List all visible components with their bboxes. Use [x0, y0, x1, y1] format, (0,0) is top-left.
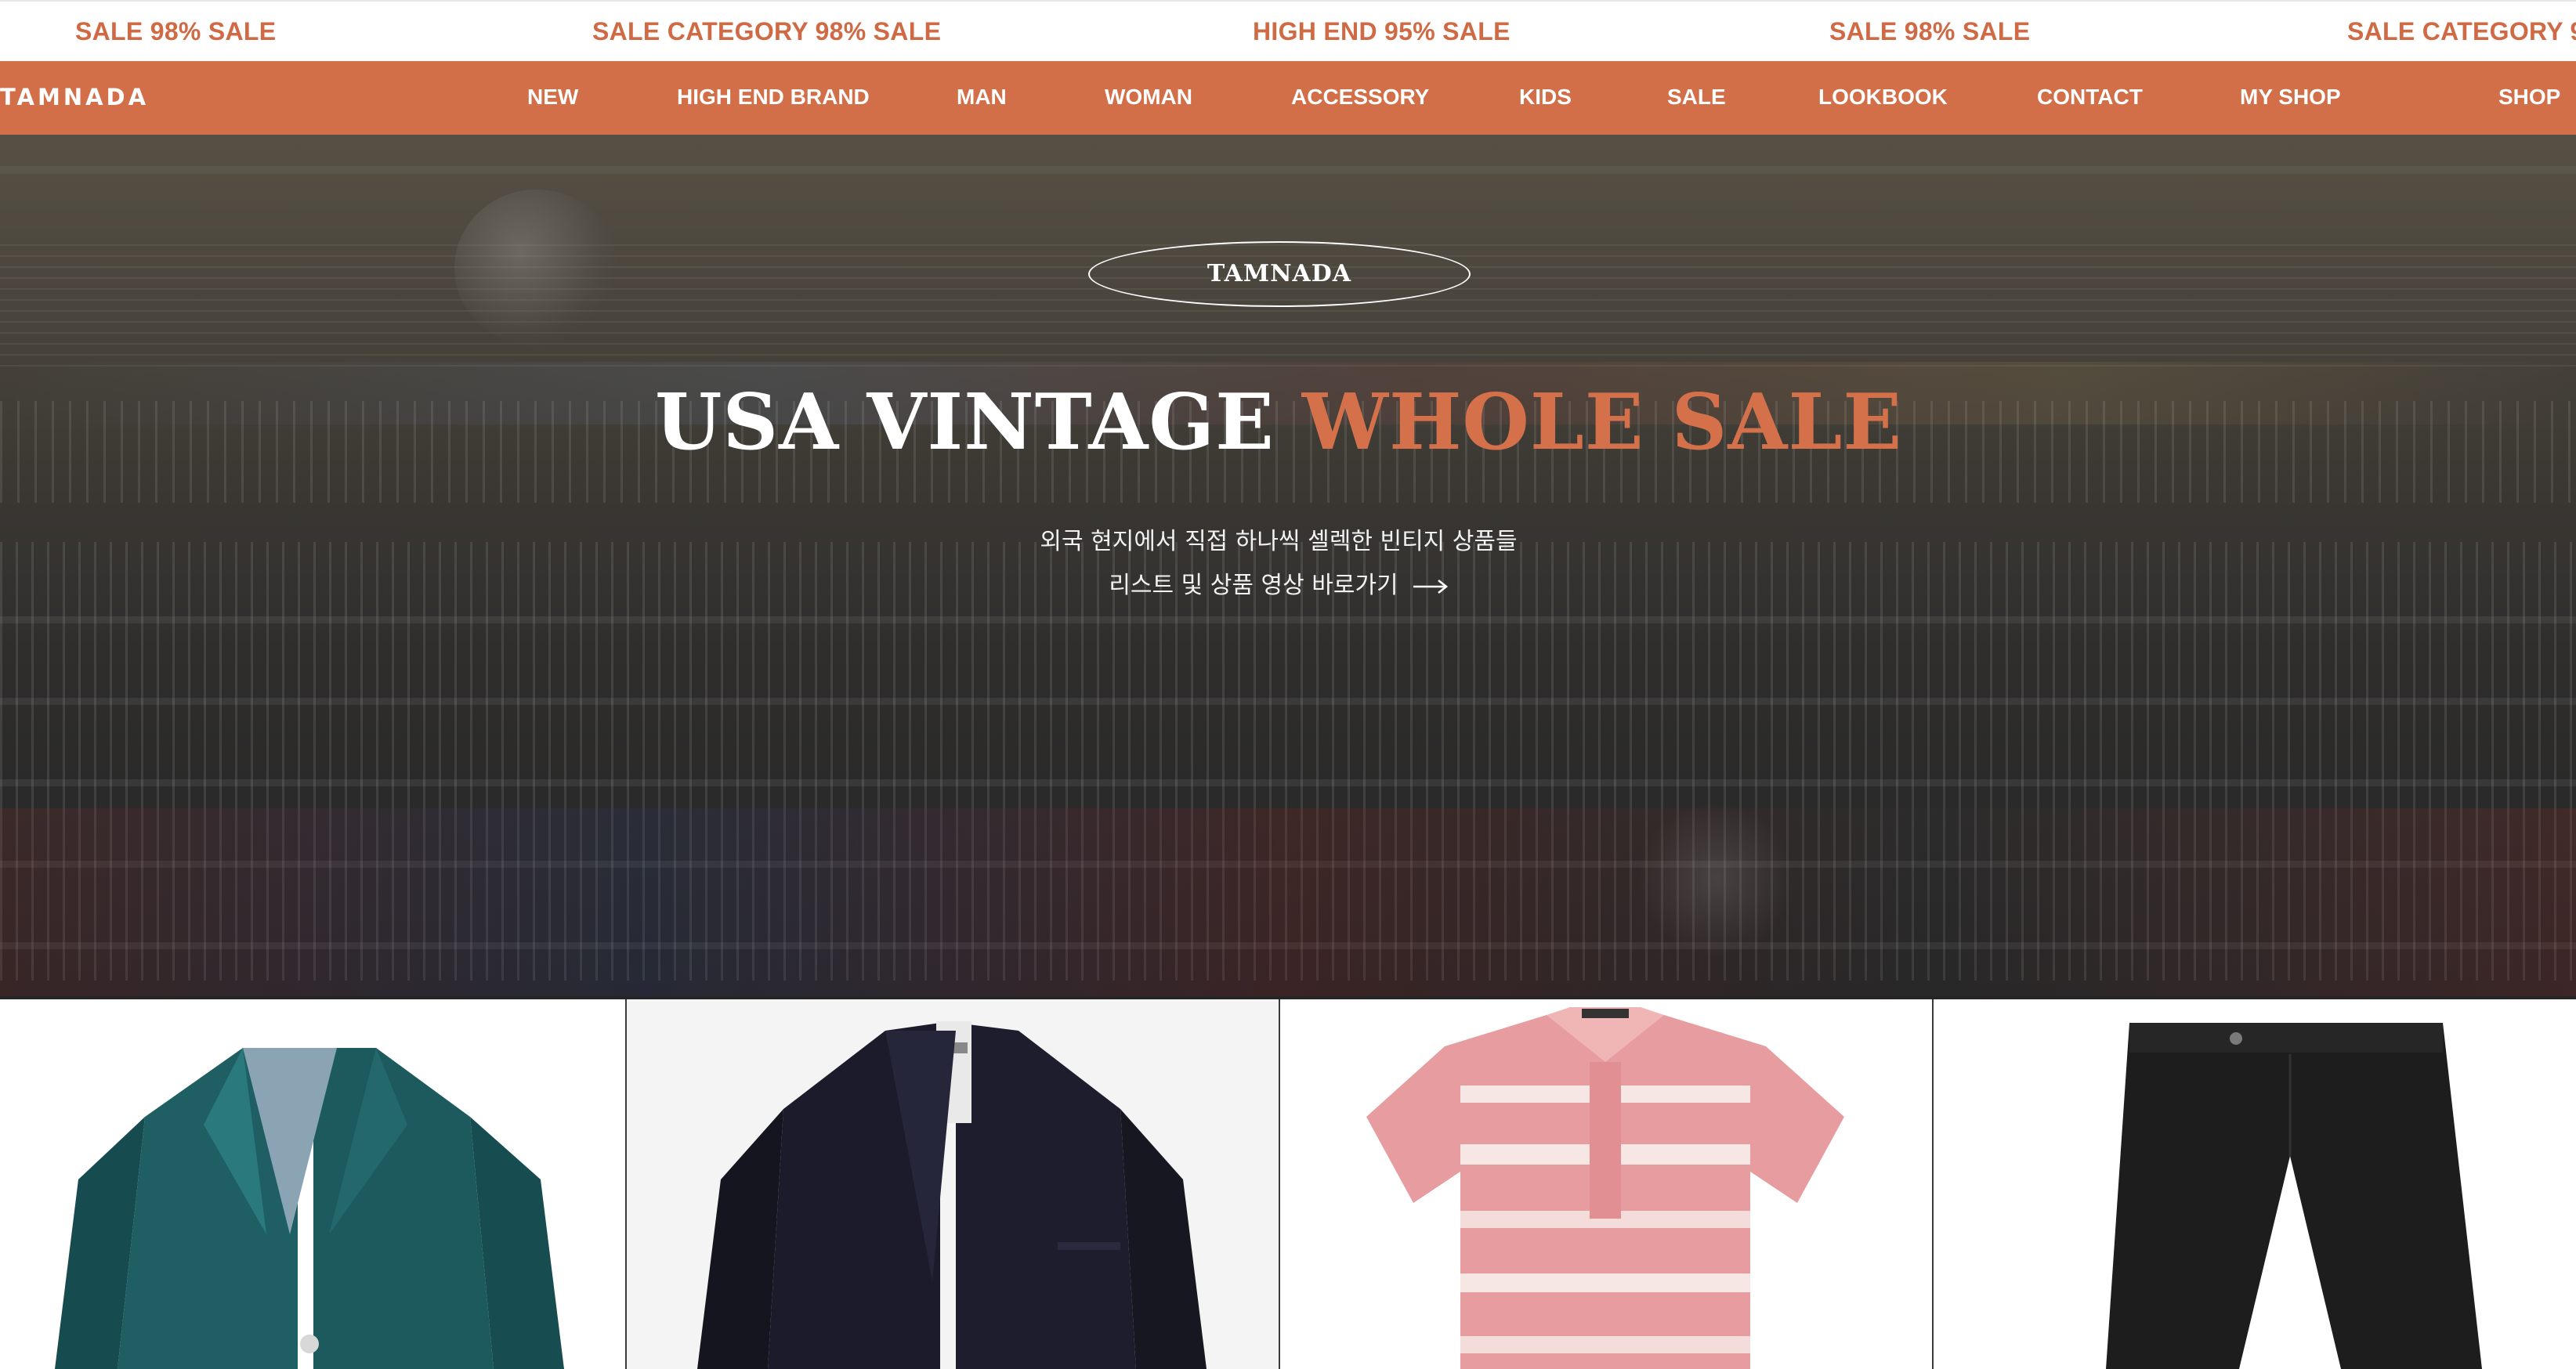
nav-item-man[interactable]: MAN — [957, 85, 1007, 110]
hero-headline-white: USA VINTAGE — [654, 377, 1302, 468]
marquee-item[interactable]: SALE 98% SALE — [75, 17, 276, 46]
hero-background-clothes — [0, 808, 2576, 996]
hero-headline-accent: WHOLE SALE — [1301, 377, 1903, 468]
marquee-item[interactable]: SALE CATEGORY 98% SALE — [592, 17, 941, 46]
marquee-item[interactable]: HIGH END 95% SALE — [1253, 17, 1511, 46]
product-card[interactable] — [0, 999, 625, 1369]
nav-item-shop[interactable]: SHOP — [2498, 85, 2560, 110]
hero-link[interactable]: 리스트 및 상품 영상 바로가기 — [0, 565, 2557, 600]
nav-item-kids[interactable]: KIDS — [1519, 85, 1572, 110]
nav-item-lookbook[interactable]: LOOKBOOK — [1818, 85, 1948, 110]
nav-item-high-end-brand[interactable]: HIGH END BRAND — [677, 85, 870, 110]
hero-description: 외국 현지에서 직접 하나씩 셀렉한 빈티지 상품들 — [1040, 528, 1518, 555]
product-card[interactable] — [1280, 999, 1932, 1369]
hero-background-shelf — [0, 166, 2576, 174]
hero-background-wheel — [1637, 800, 1794, 957]
product-image-pink-polo[interactable] — [1280, 999, 1932, 1369]
product-card[interactable] — [1934, 999, 2576, 1369]
nav-item-accessory[interactable]: ACCESSORY — [1291, 85, 1429, 110]
product-image-navy-blazer[interactable] — [627, 999, 1279, 1369]
product-image-teal-blazer[interactable] — [0, 999, 625, 1369]
product-card[interactable] — [627, 999, 1279, 1369]
site-logo[interactable]: TAMNADA — [0, 84, 149, 110]
sale-marquee: SALE 98% SALE SALE CATEGORY 98% SALE HIG… — [0, 0, 2576, 61]
main-nav: TAMNADA NEW HIGH END BRAND MAN WOMAN ACC… — [0, 61, 2576, 135]
hero-background-globe — [454, 190, 619, 346]
hero-brand-badge: TAMNADA — [1088, 241, 1471, 307]
nav-item-sale[interactable]: SALE — [1667, 85, 1726, 110]
arrow-right-icon[interactable] — [1413, 579, 1449, 594]
hero-link-label[interactable]: 리스트 및 상품 영상 바로가기 — [1109, 572, 1398, 599]
marquee-item[interactable]: SALE CATEGORY 98% SALE — [2347, 17, 2576, 46]
marquee-item[interactable]: SALE 98% SALE — [1829, 17, 2030, 46]
nav-item-woman[interactable]: WOMAN — [1105, 85, 1192, 110]
product-image-black-shorts[interactable] — [1934, 999, 2576, 1369]
hero-headline: USA VINTAGE WHOLE SALE — [0, 377, 2557, 468]
nav-item-new[interactable]: NEW — [527, 85, 578, 110]
nav-item-my-shop[interactable]: MY SHOP — [2240, 85, 2341, 110]
nav-item-contact[interactable]: CONTACT — [2037, 85, 2143, 110]
